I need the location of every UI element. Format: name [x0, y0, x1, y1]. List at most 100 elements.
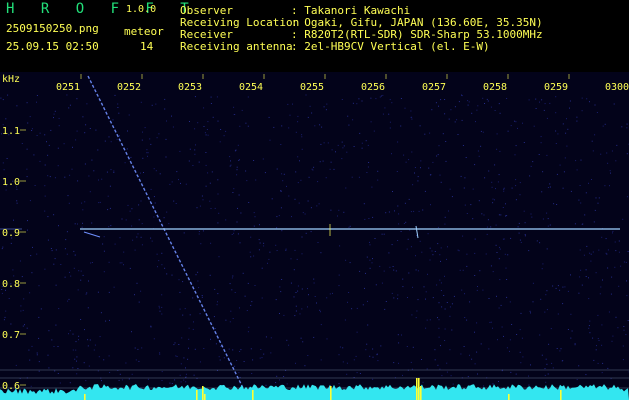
noise-dot [82, 222, 83, 224]
noise-dot [544, 374, 546, 376]
noise-dot [223, 357, 225, 359]
noise-dot [219, 359, 221, 361]
noise-dot [198, 287, 200, 289]
noise-dot [159, 310, 161, 312]
noise-dot [397, 141, 399, 143]
noise-dot [48, 144, 50, 146]
noise-dot [279, 379, 280, 381]
noise-dot [238, 372, 240, 374]
noise-dot [588, 182, 589, 184]
noise-dot [44, 164, 46, 166]
noise-dot [359, 270, 361, 272]
noise-dot [310, 207, 312, 209]
noise-dot [94, 344, 96, 346]
noise-dot [109, 207, 111, 209]
noise-dot [345, 187, 347, 189]
signal-spike [508, 394, 510, 400]
noise-dot [53, 113, 55, 115]
noise-dot [602, 125, 604, 127]
noise-dot [233, 230, 235, 232]
noise-dot [325, 177, 327, 179]
noise-dot [314, 296, 316, 297]
noise-dot [457, 249, 459, 251]
noise-dot [522, 122, 523, 124]
noise-dot [141, 223, 143, 225]
noise-dot [283, 376, 285, 377]
noise-dot [530, 312, 531, 314]
noise-dot [28, 349, 30, 351]
noise-dot [494, 199, 495, 201]
noise-dot [126, 148, 128, 150]
noise-dot [546, 212, 548, 214]
noise-dot [544, 368, 546, 370]
noise-dot [346, 362, 348, 364]
noise-dot [502, 238, 504, 240]
noise-dot [138, 301, 140, 303]
noise-dot [125, 219, 127, 221]
noise-dot [474, 238, 476, 240]
noise-dot [225, 319, 227, 321]
noise-dot [3, 169, 5, 171]
noise-dot [571, 330, 573, 332]
noise-dot [404, 202, 406, 204]
noise-dot [53, 263, 55, 265]
noise-dot [353, 146, 355, 147]
noise-dot [626, 196, 628, 198]
noise-dot [201, 296, 203, 298]
noise-dot [218, 256, 220, 258]
noise-dot [30, 385, 32, 387]
noise-dot [223, 135, 225, 137]
noise-dot [589, 101, 590, 103]
noise-dot [408, 159, 410, 161]
noise-dot [131, 208, 133, 210]
noise-dot [150, 188, 152, 190]
noise-dot [194, 153, 196, 155]
noise-dot [593, 359, 595, 361]
noise-dot [188, 338, 190, 340]
noise-dot [498, 103, 500, 105]
noise-dot [85, 380, 87, 382]
noise-dot [342, 147, 344, 149]
noise-dot [547, 187, 549, 188]
noise-dot [158, 260, 160, 262]
noise-dot [496, 295, 497, 297]
noise-dot [307, 288, 308, 290]
noise-dot [181, 337, 183, 339]
noise-dot [2, 99, 4, 101]
noise-dot [84, 132, 86, 134]
noise-dot [288, 195, 290, 197]
x-tick-label: 0257 [422, 82, 446, 93]
noise-dot [22, 309, 24, 311]
noise-dot [297, 115, 299, 117]
noise-dot [198, 161, 200, 163]
noise-dot [319, 161, 321, 163]
noise-dot [51, 339, 53, 341]
noise-dot [417, 299, 419, 301]
noise-dot [276, 250, 278, 251]
noise-dot [569, 107, 570, 109]
noise-dot [75, 341, 77, 343]
noise-dot [82, 274, 84, 276]
noise-dot [134, 249, 136, 251]
meta-value-antenna: : 2el-HB9CV Vertical (el. E-W) [291, 40, 490, 53]
noise-dot [464, 204, 466, 206]
noise-dot [342, 361, 344, 363]
noise-dot [319, 309, 321, 311]
noise-dot [69, 104, 71, 106]
noise-dot [103, 359, 105, 361]
noise-dot [36, 253, 38, 255]
noise-dot [230, 310, 232, 312]
noise-dot [563, 171, 565, 173]
noise-dot [496, 133, 498, 135]
noise-dot [147, 152, 149, 154]
noise-dot [397, 334, 399, 336]
noise-dot [114, 243, 116, 245]
noise-dot [195, 274, 197, 276]
noise-dot [178, 344, 180, 345]
noise-dot [39, 160, 41, 162]
noise-dot [518, 222, 520, 224]
noise-dot [348, 292, 350, 293]
noise-dot [611, 150, 613, 152]
noise-dot [411, 116, 413, 118]
noise-dot [367, 166, 369, 168]
